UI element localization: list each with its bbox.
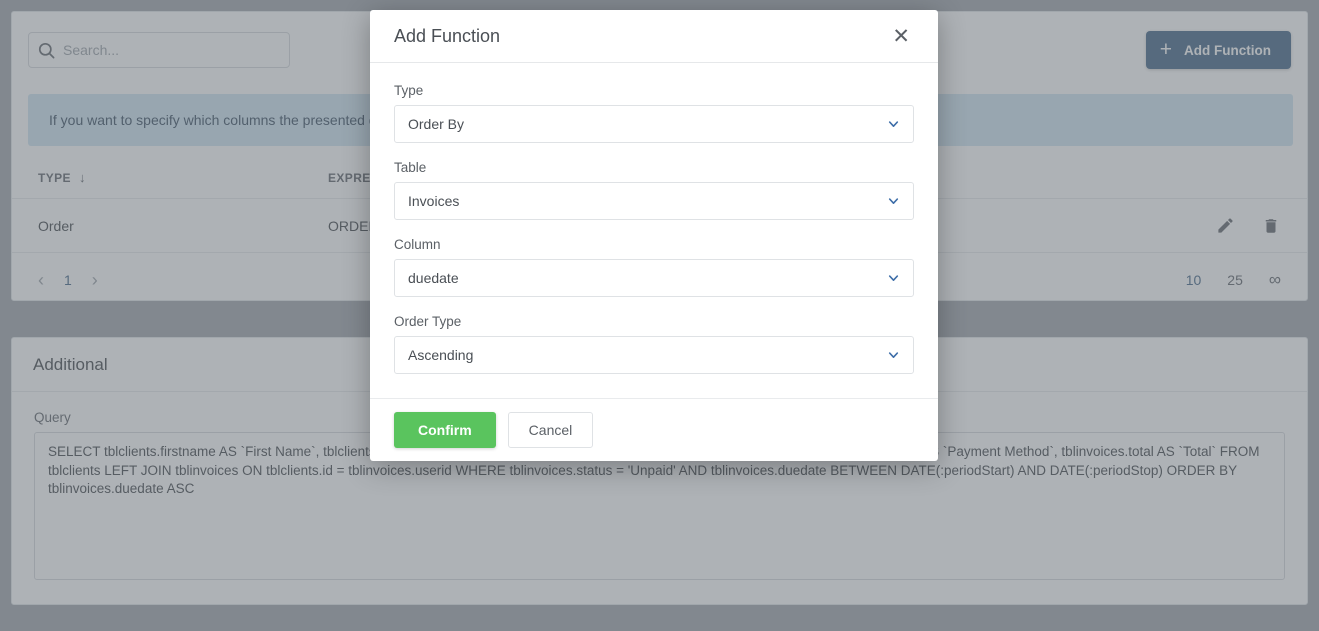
field-table-select-wrap: Invoices xyxy=(394,182,914,220)
order-type-select-value: Ascending xyxy=(408,347,473,363)
field-column-select-wrap: duedate xyxy=(394,259,914,297)
add-function-modal: Add Function ✕ Type Order By Table Invo xyxy=(370,10,938,461)
field-type-select-wrap: Order By xyxy=(394,105,914,143)
field-column: Column duedate xyxy=(394,237,914,297)
modal-body: Type Order By Table Invoices xyxy=(370,63,938,398)
column-select[interactable]: duedate xyxy=(394,259,914,297)
close-icon[interactable]: ✕ xyxy=(888,22,914,51)
field-table: Table Invoices xyxy=(394,160,914,220)
type-select[interactable]: Order By xyxy=(394,105,914,143)
cancel-button[interactable]: Cancel xyxy=(508,412,594,448)
modal-title: Add Function xyxy=(394,26,888,47)
order-type-select[interactable]: Ascending xyxy=(394,336,914,374)
confirm-button[interactable]: Confirm xyxy=(394,412,496,448)
modal-footer: Confirm Cancel xyxy=(370,398,938,461)
type-select-value: Order By xyxy=(408,116,464,132)
field-table-label: Table xyxy=(394,160,914,175)
field-column-label: Column xyxy=(394,237,914,252)
field-order-type: Order Type Ascending xyxy=(394,314,914,374)
table-select[interactable]: Invoices xyxy=(394,182,914,220)
modal-header: Add Function ✕ xyxy=(370,10,938,63)
field-order-type-select-wrap: Ascending xyxy=(394,336,914,374)
field-type-label: Type xyxy=(394,83,914,98)
column-select-value: duedate xyxy=(408,270,459,286)
field-order-type-label: Order Type xyxy=(394,314,914,329)
table-select-value: Invoices xyxy=(408,193,459,209)
field-type: Type Order By xyxy=(394,83,914,143)
